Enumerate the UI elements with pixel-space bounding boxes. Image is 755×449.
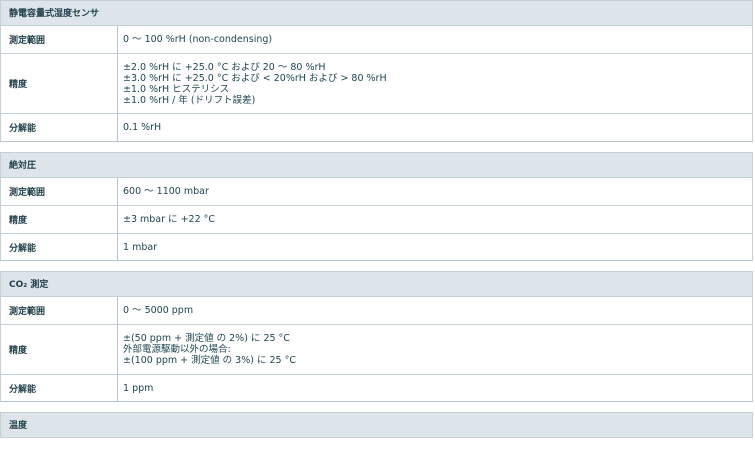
value-line: ±2.0 %rH に +25.0 °C および 20 〜 80 %rH: [123, 61, 326, 73]
spec-table: 静電容量式湿度センサ 測定範囲 0 〜 100 %rH (non-condens…: [0, 0, 753, 438]
value-line: 0 〜 100 %rH (non-condensing): [123, 34, 273, 45]
row-value: 0 〜 100 %rH (non-condensing): [118, 26, 752, 53]
row-label: 分解能: [1, 114, 118, 141]
value-line: ±(100 ppm + 測定値 の 3%) に 25 °C: [123, 355, 296, 366]
table-row: 精度 ±2.0 %rH に +25.0 °C および 20 〜 80 %rH ±…: [1, 53, 752, 113]
table-row: 測定範囲 0 〜 5000 ppm: [1, 297, 752, 324]
section-table: 測定範囲 0 〜 100 %rH (non-condensing) 精度 ±2.…: [0, 26, 753, 142]
section-header: CO₂ 測定: [0, 271, 753, 297]
section-table: 測定範囲 0 〜 5000 ppm 精度 ±(50 ppm + 測定値 の 2%…: [0, 297, 753, 402]
row-label: 精度: [1, 325, 118, 374]
row-label: 精度: [1, 54, 118, 113]
row-label: 分解能: [1, 234, 118, 260]
section-header: 温度: [0, 412, 753, 438]
value-line: ±1.0 %rH ヒステリシス: [123, 83, 230, 95]
table-row: 測定範囲 600 〜 1100 mbar: [1, 178, 752, 205]
table-row: 精度 ±3 mbar に +22 °C: [1, 205, 752, 233]
row-label: 測定範囲: [1, 178, 118, 205]
table-row: 分解能 0.1 %rH: [1, 113, 752, 141]
value-line: 600 〜 1100 mbar: [123, 186, 209, 197]
row-label: 分解能: [1, 375, 118, 401]
row-value: 600 〜 1100 mbar: [118, 178, 752, 205]
row-value: ±2.0 %rH に +25.0 °C および 20 〜 80 %rH ±3.0…: [118, 54, 752, 113]
value-line: 1 mbar: [123, 241, 158, 253]
table-row: 分解能 1 ppm: [1, 374, 752, 401]
value-line: 0 〜 5000 ppm: [123, 305, 194, 316]
row-label: 測定範囲: [1, 297, 118, 324]
row-value: ±(50 ppm + 測定値 の 2%) に 25 °C 外部電源駆動以外の場合…: [118, 325, 752, 374]
value-line: ±3 mbar に +22 °C: [123, 214, 216, 225]
row-value: 0.1 %rH: [118, 114, 752, 141]
value-line: ±3.0 %rH に +25.0 °C および < 20%rH および > 80…: [123, 72, 387, 84]
value-line: 外部電源駆動以外の場合:: [123, 344, 231, 355]
section-table: 測定範囲 600 〜 1100 mbar 精度 ±3 mbar に +22 °C…: [0, 178, 753, 261]
value-line: 0.1 %rH: [123, 122, 162, 133]
row-value: 1 ppm: [118, 375, 752, 401]
row-value: 0 〜 5000 ppm: [118, 297, 752, 324]
table-row: 精度 ±(50 ppm + 測定値 の 2%) に 25 °C 外部電源駆動以外…: [1, 324, 752, 374]
section-header: 静電容量式湿度センサ: [0, 0, 753, 26]
table-row: 測定範囲 0 〜 100 %rH (non-condensing): [1, 26, 752, 53]
value-line: ±(50 ppm + 測定値 の 2%) に 25 °C: [123, 333, 290, 344]
value-line: 1 ppm: [123, 382, 154, 394]
value-line: ±1.0 %rH / 年 (ドリフト誤差): [123, 94, 256, 106]
table-row: 分解能 1 mbar: [1, 233, 752, 260]
row-label: 測定範囲: [1, 26, 118, 53]
row-value: 1 mbar: [118, 234, 752, 260]
row-value: ±3 mbar に +22 °C: [118, 206, 752, 233]
section-header: 絶対圧: [0, 152, 753, 178]
row-label: 精度: [1, 206, 118, 233]
